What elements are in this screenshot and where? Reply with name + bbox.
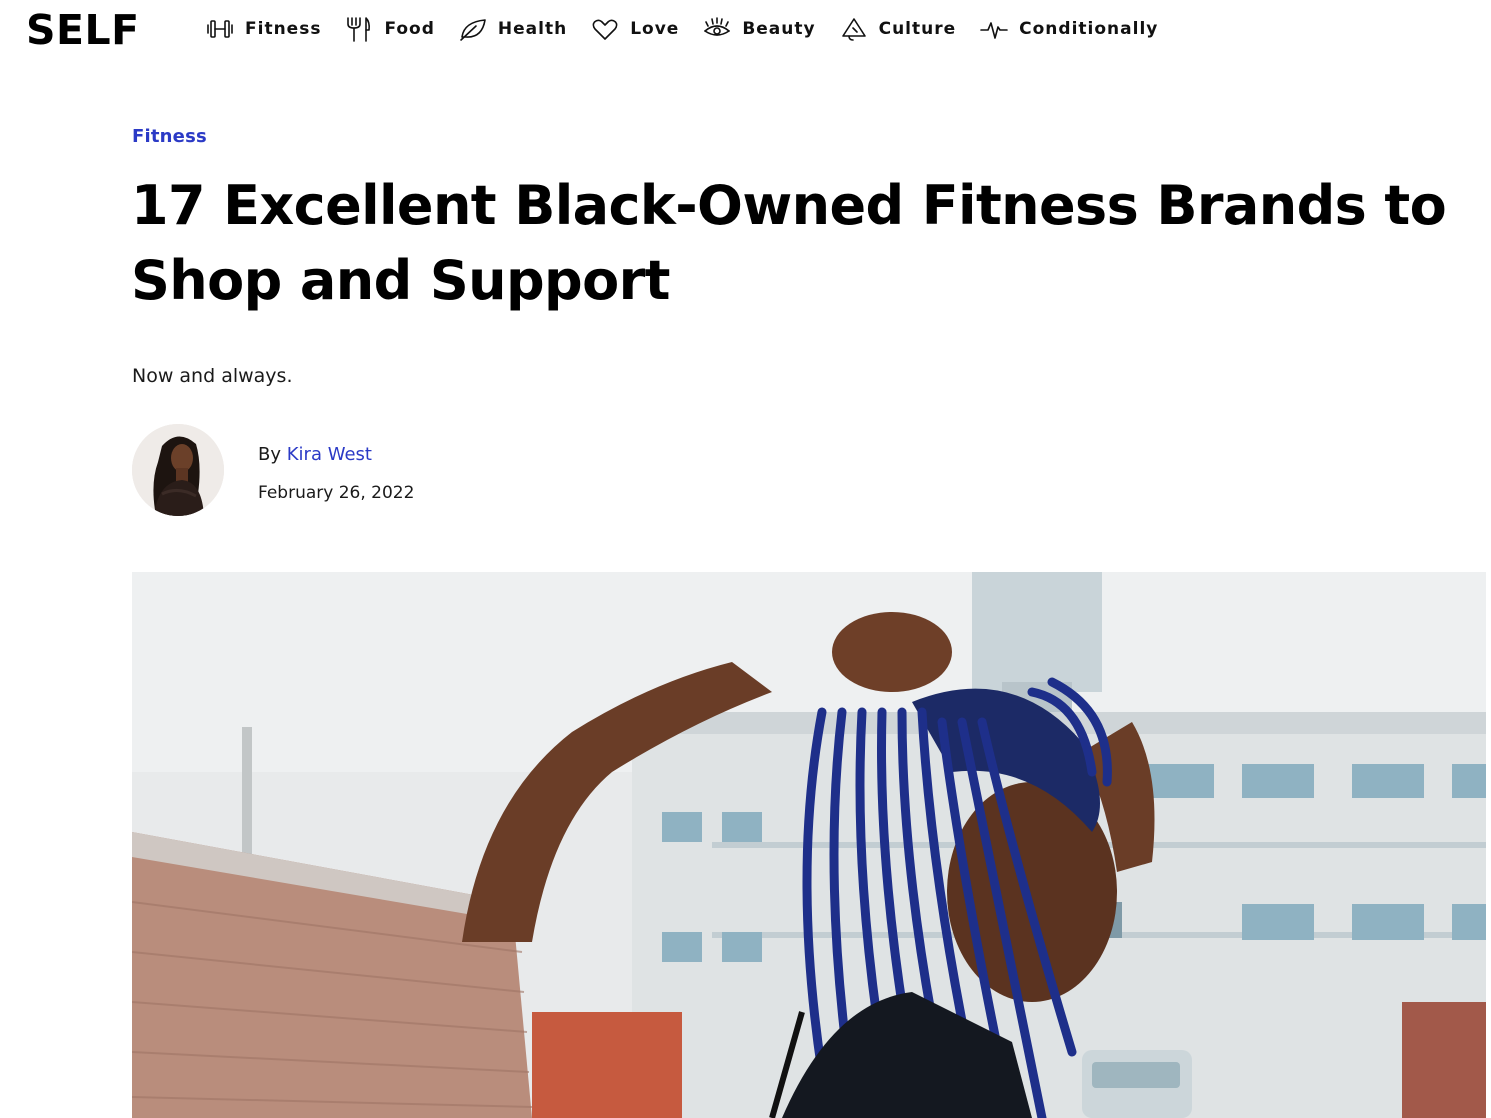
megaphone-icon <box>841 18 866 41</box>
nav-label: Health <box>497 19 568 39</box>
article-category-link[interactable]: Fitness <box>132 126 207 147</box>
eye-lashes-icon <box>704 17 731 36</box>
nav-label: Food <box>384 19 435 39</box>
heart-icon <box>592 19 618 40</box>
nav-label: Fitness <box>245 19 322 39</box>
nav-item-health[interactable]: Health <box>458 12 567 46</box>
site-logo[interactable]: SELF <box>26 6 140 54</box>
pulse-icon <box>980 22 1008 39</box>
fork-knife-icon <box>347 17 371 42</box>
nav-label: Culture <box>878 19 957 39</box>
nav-item-food[interactable]: Food <box>344 12 434 46</box>
nav-label: Love <box>630 19 680 39</box>
author-name-link[interactable]: Kira West <box>287 444 372 465</box>
nav-item-fitness[interactable]: Fitness <box>205 12 321 46</box>
nav-item-culture[interactable]: Culture <box>839 12 957 46</box>
site-header: SELF Fitness Food Health Love Beauty Cul… <box>0 0 1491 60</box>
author-byline: By Kira West <box>258 444 372 465</box>
article-headline: 17 Excellent Black-Owned Fitness Brands … <box>131 174 1447 312</box>
main-nav: Fitness Food Health Love Beauty Culture … <box>205 12 1181 46</box>
byline-prefix: By <box>258 444 282 465</box>
publish-date: February 26, 2022 <box>258 483 415 503</box>
hero-image <box>132 572 1486 1118</box>
nav-label: Conditionally <box>1019 19 1159 39</box>
nav-label: Beauty <box>742 19 816 39</box>
author-portrait-image <box>132 424 224 516</box>
hero-photo-illustration <box>132 572 1486 1118</box>
dumbbell-icon <box>207 20 233 38</box>
nav-item-love[interactable]: Love <box>590 12 679 46</box>
nav-item-conditionally[interactable]: Conditionally <box>979 12 1158 46</box>
article-dek: Now and always. <box>132 365 293 387</box>
author-avatar[interactable] <box>132 424 224 516</box>
nav-item-beauty[interactable]: Beauty <box>702 12 815 46</box>
leaf-icon <box>460 19 486 41</box>
